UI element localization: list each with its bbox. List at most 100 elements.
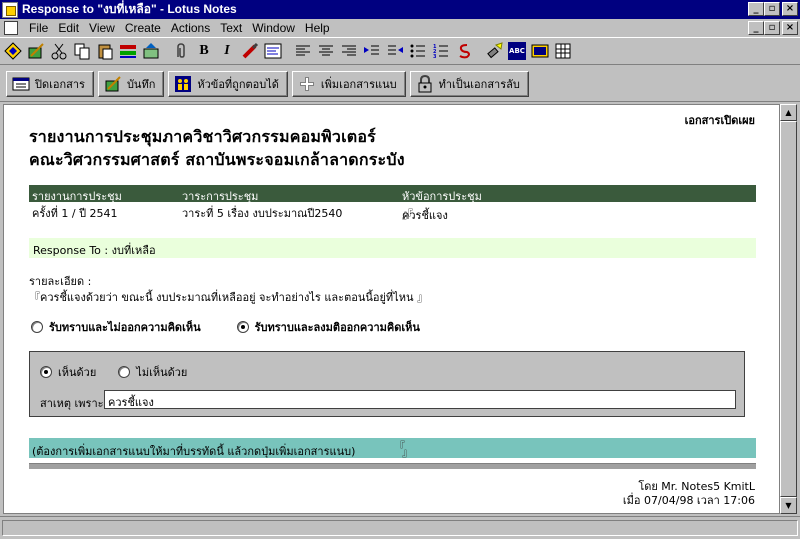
edit-document-icon[interactable] — [25, 40, 47, 62]
add-attachment-button[interactable]: เพิ่มเอกสารแนบ — [291, 71, 406, 97]
radio-button-selected[interactable] — [40, 366, 52, 378]
disagree-option[interactable]: ไม่เห็นด้วย — [118, 363, 187, 381]
lock-icon — [416, 75, 434, 93]
vertical-scrollbar[interactable]: ▲ ▼ — [780, 104, 797, 514]
reason-input[interactable]: ควรชี้แจง — [104, 390, 736, 409]
menu-edit[interactable]: Edit — [53, 21, 84, 35]
window-title: Response to "งบที่เหลือ" - Lotus Notes — [22, 2, 237, 16]
detail-text: ควรชี้แจงด้วยว่า ขณะนี้ งบประมาณที่เหลือ… — [40, 291, 414, 304]
answered-topic-label: หัวข้อที่ถูกตอบได้ — [197, 78, 279, 91]
menu-help[interactable]: Help — [300, 21, 335, 35]
add-attachment-icon — [298, 75, 316, 93]
toolbar-separator — [163, 40, 169, 62]
meeting-meta-header: รายงานการประชุม วาระการประชุม หัวข้อการป… — [29, 185, 756, 203]
insert-row-icon[interactable] — [117, 40, 139, 62]
meeting-meta-values: ครั้งที่ 1 / ปี 2541 วาระที่ 5 เรื่อง งบ… — [29, 202, 756, 224]
field-bracket-close: 』 — [402, 446, 413, 459]
title-bar: Response to "งบที่เหลือ" - Lotus Notes _… — [0, 0, 800, 19]
smarticon-toolbar: B I 123 ABC — [0, 37, 800, 65]
menu-actions[interactable]: Actions — [166, 21, 215, 35]
save-button[interactable]: บันทึก — [97, 71, 165, 97]
align-right-icon[interactable] — [338, 40, 360, 62]
section-icon[interactable] — [453, 40, 475, 62]
answered-topic-button[interactable]: หัวข้อที่ถูกตอบได้ — [168, 71, 288, 97]
doc-close-button[interactable]: × — [782, 21, 798, 35]
radio-button[interactable] — [118, 366, 131, 378]
close-document-label: ปิดเอกสาร — [35, 78, 85, 91]
highlighter-icon[interactable] — [239, 40, 261, 62]
bold-icon[interactable]: B — [193, 40, 215, 62]
make-private-button[interactable]: ทำเป็นเอกสารลับ — [409, 71, 529, 97]
action-bar: ปิดเอกสาร บันทึก หัวข้อที่ถูกตอบได้ เพิ่… — [0, 67, 800, 102]
document-window-controls: _ ▫ × — [748, 21, 798, 35]
menu-text[interactable]: Text — [215, 21, 247, 35]
navigator-icon[interactable] — [2, 40, 24, 62]
make-private-label: ทำเป็นเอกสารลับ — [438, 78, 520, 91]
radio-button[interactable] — [31, 321, 43, 333]
restore-button[interactable]: ▫ — [764, 2, 780, 16]
outdent-icon[interactable] — [384, 40, 406, 62]
align-center-icon[interactable] — [315, 40, 337, 62]
acknowledge-with-comment-option[interactable]: รับทราบและลงมติออกความคิดเห็น — [236, 318, 420, 336]
date-line: เมื่อ 07/04/98 เวลา 17:06 — [622, 494, 755, 507]
scroll-thumb[interactable] — [780, 121, 797, 497]
radio-button-selected[interactable] — [236, 321, 249, 333]
table-icon[interactable] — [552, 40, 574, 62]
paste-icon[interactable] — [94, 40, 116, 62]
attachment-hint-bar[interactable]: (ต้องการเพิ่มเอกสารแนบให้มาที่บรรทัดนี้ … — [29, 438, 756, 459]
acknowledge-no-comment-option[interactable]: รับทราบและไม่ออกความคิดเห็น — [31, 318, 201, 336]
reason-label: สาเหตุ เพราะ — [40, 397, 104, 410]
response-to-bar: Response To : งบที่เหลือ — [29, 238, 756, 258]
lotus-notes-app-icon[interactable] — [2, 1, 18, 18]
report-heading-line2: คณะวิศวกรรมศาสตร์ สถาบันพระจอมเกล้าลาดกร… — [29, 150, 405, 169]
menu-view[interactable]: View — [84, 21, 120, 35]
status-bar — [0, 516, 800, 539]
people-icon — [174, 75, 192, 93]
align-left-icon[interactable] — [292, 40, 314, 62]
attach-icon[interactable] — [170, 40, 192, 62]
doc-minimize-button[interactable]: _ — [748, 21, 764, 35]
menu-create[interactable]: Create — [120, 21, 166, 35]
toolbar-separator — [285, 40, 291, 62]
image-icon[interactable] — [529, 40, 551, 62]
opinion-box: เห็นด้วย ไม่เห็นด้วย สาเหตุ เพราะ ควรชี้… — [29, 351, 745, 417]
document-window-icon[interactable] — [4, 21, 18, 35]
public-document-label: เอกสารเปิดเผย — [684, 114, 755, 127]
doc-restore-button[interactable]: ▫ — [764, 21, 780, 35]
text-properties-icon[interactable] — [262, 40, 284, 62]
close-document-button[interactable]: ปิดเอกสาร — [6, 71, 94, 97]
meeting-agenda-value: วาระที่ 5 เรื่อง งบประมาณปี2540 — [182, 207, 343, 220]
bullets-icon[interactable] — [407, 40, 429, 62]
attachment-hint-text: (ต้องการเพิ่มเอกสารแนบให้มาที่บรรทัดนี้ … — [32, 445, 356, 458]
menu-file[interactable]: File — [24, 21, 53, 35]
window-controls: _ ▫ × — [748, 2, 798, 16]
acknowledge-radio-group: รับทราบและไม่ออกความคิดเห็น รับทราบและลง… — [31, 318, 456, 336]
status-pane — [2, 520, 798, 536]
indent-icon[interactable] — [361, 40, 383, 62]
spell-check-icon[interactable]: ABC — [506, 40, 528, 62]
opinion-radio-group: เห็นด้วย ไม่เห็นด้วย — [40, 363, 223, 381]
add-attachment-label: เพิ่มเอกสารแนบ — [320, 78, 397, 91]
minimize-button[interactable]: _ — [748, 2, 764, 16]
agree-option[interactable]: เห็นด้วย — [40, 363, 96, 381]
scroll-down-icon[interactable]: ▼ — [780, 497, 797, 514]
search-flashlight-icon[interactable] — [483, 40, 505, 62]
italic-icon[interactable]: I — [216, 40, 238, 62]
document-body: เอกสารเปิดเผย รายงานการประชุมภาควิชาวิศว… — [3, 104, 780, 514]
numbering-icon[interactable]: 123 — [430, 40, 452, 62]
report-heading-line1: รายงานการประชุมภาควิชาวิศวกรรมคอมพิวเตอร… — [29, 127, 376, 146]
save-icon — [104, 75, 122, 93]
toolbar-separator — [476, 40, 482, 62]
scroll-up-icon[interactable]: ▲ — [780, 104, 797, 121]
close-button[interactable]: × — [782, 2, 798, 16]
horizontal-rule — [29, 463, 756, 469]
menu-window[interactable]: Window — [247, 21, 300, 35]
copy-icon[interactable] — [71, 40, 93, 62]
paste-special-icon[interactable] — [140, 40, 162, 62]
menu-bar: File Edit View Create Actions Text Windo… — [0, 19, 800, 37]
close-document-icon — [12, 75, 30, 93]
detail-field[interactable]: 『ควรชี้แจงด้วยว่า ขณะนี้ งบประมาณที่เหลื… — [29, 288, 428, 306]
cut-icon[interactable] — [48, 40, 70, 62]
save-label: บันทึก — [126, 78, 156, 91]
meeting-report-value: ครั้งที่ 1 / ปี 2541 — [32, 207, 118, 220]
